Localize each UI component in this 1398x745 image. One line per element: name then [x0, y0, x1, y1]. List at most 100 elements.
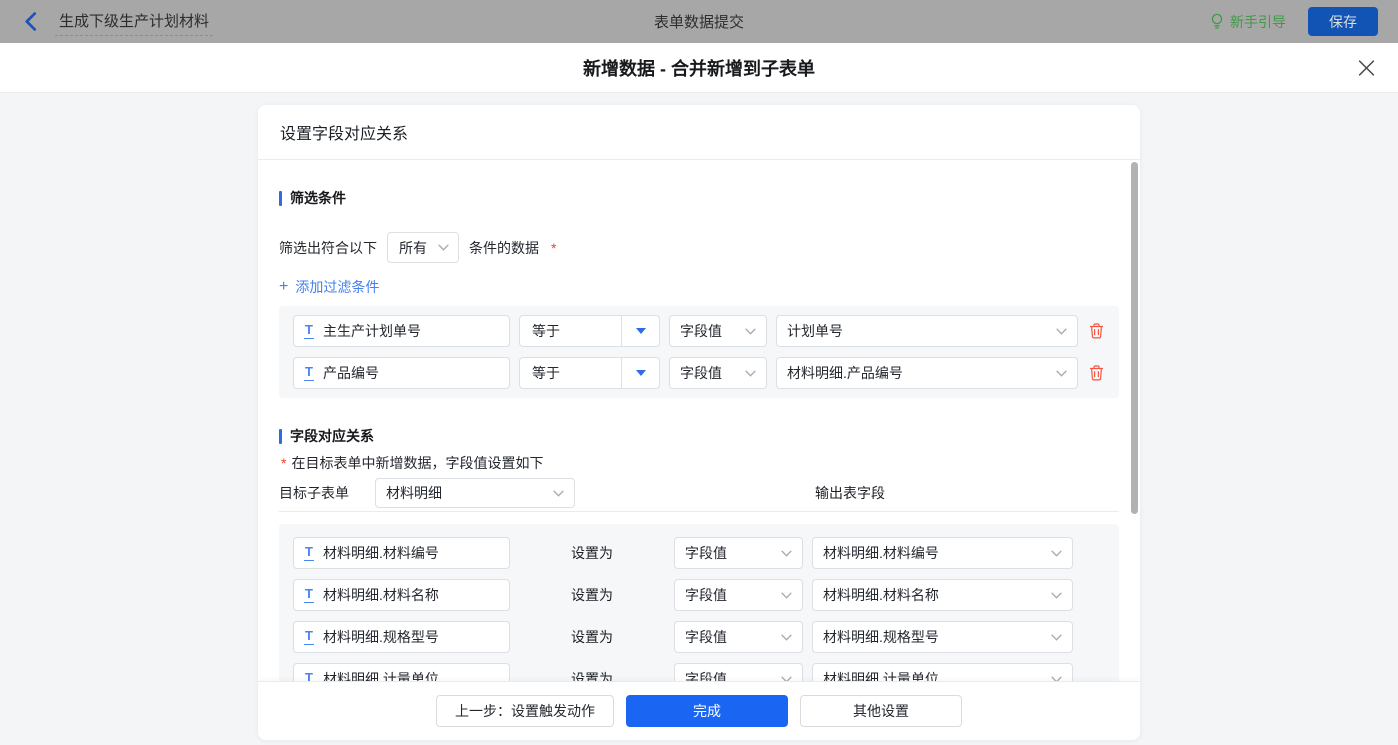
mapping-field-box[interactable]: T 材料明细.材料名称 — [293, 579, 510, 611]
chevron-left-icon — [24, 12, 37, 31]
set-as-label: 设置为 — [519, 585, 665, 605]
value-type-value: 字段值 — [685, 585, 727, 605]
filter-value-select[interactable]: 计划单号 — [776, 315, 1078, 347]
back-button[interactable] — [24, 12, 37, 31]
delete-condition-button[interactable] — [1087, 323, 1105, 339]
modal-body: 设置字段对应关系 筛选条件 筛选出符合以下 所有 条件的数据 * + 添加过滤条… — [0, 93, 1398, 745]
field-mapping-card: 设置字段对应关系 筛选条件 筛选出符合以下 所有 条件的数据 * + 添加过滤条… — [258, 105, 1140, 740]
text-field-icon: T — [304, 323, 314, 339]
value-type-select[interactable]: 字段值 — [669, 357, 767, 389]
delete-condition-button[interactable] — [1087, 365, 1105, 381]
required-mark: * — [551, 240, 556, 256]
value-type-value: 字段值 — [685, 543, 727, 563]
workflow-title[interactable]: 生成下级生产计划材料 — [55, 8, 213, 36]
operator-value: 等于 — [520, 321, 621, 341]
caret-down-icon — [636, 370, 646, 376]
value-type-select[interactable]: 字段值 — [674, 579, 803, 611]
match-mode-value: 所有 — [399, 238, 427, 258]
value-type-value: 字段值 — [680, 321, 722, 341]
done-button[interactable]: 完成 — [626, 695, 788, 727]
section-marker — [279, 191, 282, 206]
mapping-value-select[interactable]: 材料明细.规格型号 — [812, 621, 1073, 653]
scrollbar-thumb[interactable] — [1131, 162, 1138, 514]
mapping-description-line: * 在目标表单中新增数据，字段值设置如下 — [279, 453, 1119, 473]
filter-row: T 主生产计划单号 等于 字段值 计划单号 — [293, 315, 1105, 347]
operator-caret-button[interactable] — [621, 316, 659, 346]
close-button[interactable] — [1358, 59, 1375, 76]
chevron-down-icon — [438, 244, 449, 251]
mapping-value-select[interactable]: 材料明细.材料编号 — [812, 537, 1073, 569]
header-divider — [279, 511, 1119, 512]
mapping-row: T 材料明细.规格型号 设置为 字段值 材料明细.规格型号 — [293, 621, 1105, 653]
mapping-field-value: 材料明细.材料名称 — [323, 585, 439, 605]
mapping-row: T 材料明细.材料名称 设置为 字段值 材料明细.材料名称 — [293, 579, 1105, 611]
value-type-select[interactable]: 字段值 — [669, 315, 767, 347]
filter-operator-select[interactable]: 等于 — [519, 357, 660, 389]
text-field-icon: T — [304, 545, 314, 561]
target-subform-value: 材料明细 — [386, 483, 442, 503]
filter-field-value: 主生产计划单号 — [323, 321, 421, 341]
mapping-value: 材料明细.规格型号 — [823, 627, 939, 647]
mapping-heading-label: 字段对应关系 — [290, 426, 374, 446]
filter-operator-select[interactable]: 等于 — [519, 315, 660, 347]
chevron-down-icon — [1051, 592, 1062, 599]
lightbulb-icon — [1210, 13, 1224, 30]
trash-icon — [1089, 323, 1104, 339]
save-button[interactable]: 保存 — [1308, 7, 1378, 36]
value-type-value: 字段值 — [680, 363, 722, 383]
chevron-down-icon — [781, 634, 792, 641]
target-subform-row: 目标子表单 材料明细 输出表字段 — [279, 478, 1119, 508]
filter-section-heading: 筛选条件 — [279, 188, 1119, 208]
filter-row: T 产品编号 等于 字段值 材料明细.产品编号 — [293, 357, 1105, 389]
add-filter-label: 添加过滤条件 — [295, 277, 379, 297]
filter-heading-label: 筛选条件 — [290, 188, 346, 208]
chevron-down-icon — [1051, 634, 1062, 641]
mapping-description: 在目标表单中新增数据，字段值设置如下 — [291, 453, 543, 473]
operator-value: 等于 — [520, 363, 621, 383]
filter-field-select[interactable]: T 主生产计划单号 — [293, 315, 510, 347]
card-scroll-area[interactable]: 筛选条件 筛选出符合以下 所有 条件的数据 * + 添加过滤条件 T — [258, 160, 1140, 739]
text-field-icon: T — [304, 629, 314, 645]
chevron-down-icon — [745, 328, 756, 335]
filter-value-select[interactable]: 材料明细.产品编号 — [776, 357, 1078, 389]
card-title: 设置字段对应关系 — [258, 105, 1140, 160]
mapping-field-value: 材料明细.材料编号 — [323, 543, 439, 563]
set-as-label: 设置为 — [519, 543, 665, 563]
filter-value: 计划单号 — [787, 321, 843, 341]
trash-icon — [1089, 365, 1104, 381]
value-type-value: 字段值 — [685, 627, 727, 647]
filter-conditions-panel: T 主生产计划单号 等于 字段值 计划单号 — [279, 306, 1119, 398]
beginner-guide-button[interactable]: 新手引导 — [1210, 12, 1286, 32]
mapping-value-select[interactable]: 材料明细.材料名称 — [812, 579, 1073, 611]
value-type-select[interactable]: 字段值 — [674, 621, 803, 653]
filter-match-line: 筛选出符合以下 所有 条件的数据 * — [279, 232, 1119, 263]
target-subform-select[interactable]: 材料明细 — [375, 478, 575, 508]
previous-step-button[interactable]: 上一步：设置触发动作 — [436, 695, 614, 727]
chevron-down-icon — [553, 490, 564, 497]
chevron-down-icon — [1056, 370, 1067, 377]
chevron-down-icon — [1056, 328, 1067, 335]
add-filter-condition-link[interactable]: + 添加过滤条件 — [279, 277, 379, 297]
chevron-down-icon — [781, 550, 792, 557]
mapping-row: T 材料明细.材料编号 设置为 字段值 材料明细.材料编号 — [293, 537, 1105, 569]
mapping-value: 材料明细.材料名称 — [823, 585, 939, 605]
filter-value: 材料明细.产品编号 — [787, 363, 903, 383]
output-fields-header: 输出表字段 — [815, 483, 885, 503]
match-mode-select[interactable]: 所有 — [387, 232, 459, 263]
mapping-section-heading: 字段对应关系 — [279, 426, 1119, 446]
mapping-field-box[interactable]: T 材料明细.规格型号 — [293, 621, 510, 653]
text-field-icon: T — [304, 587, 314, 603]
target-subform-label: 目标子表单 — [279, 483, 349, 503]
top-bar: 生成下级生产计划材料 表单数据提交 新手引导 保存 — [0, 0, 1398, 43]
mapping-field-box[interactable]: T 材料明细.材料编号 — [293, 537, 510, 569]
operator-caret-button[interactable] — [621, 358, 659, 388]
value-type-select[interactable]: 字段值 — [674, 537, 803, 569]
filter-field-value: 产品编号 — [323, 363, 379, 383]
text-field-icon: T — [304, 365, 314, 381]
other-settings-button[interactable]: 其他设置 — [800, 695, 962, 727]
filter-field-select[interactable]: T 产品编号 — [293, 357, 510, 389]
close-icon — [1358, 59, 1375, 76]
plus-icon: + — [279, 279, 288, 295]
mapping-field-value: 材料明细.规格型号 — [323, 627, 439, 647]
required-mark: * — [281, 455, 286, 471]
